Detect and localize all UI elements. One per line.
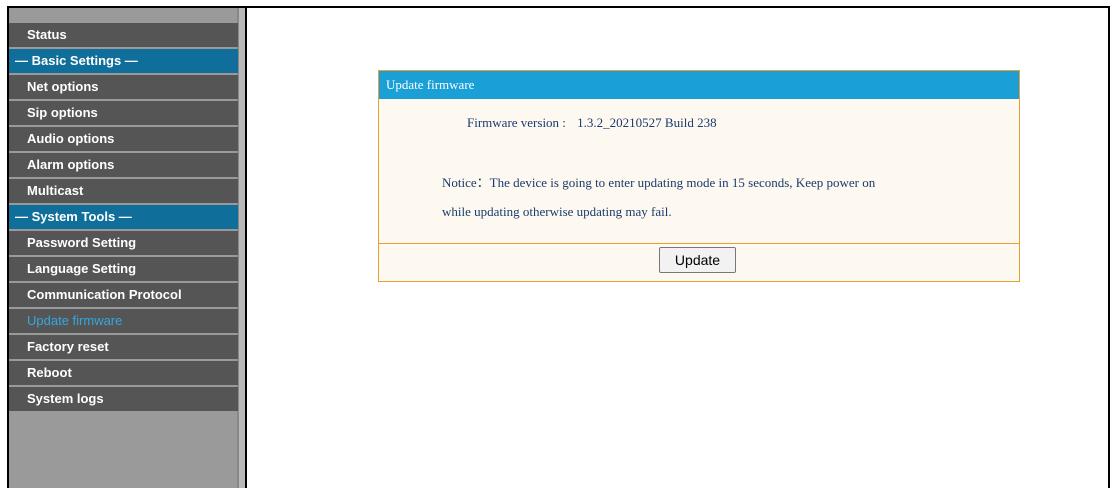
sidebar-item-system-logs[interactable]: System logs xyxy=(9,387,238,411)
panel-body: Firmware version : 1.3.2_20210527 Build … xyxy=(379,99,1019,244)
firmware-version-value: 1.3.2_20210527 Build 238 xyxy=(577,115,717,130)
sidebar-item-alarm-options[interactable]: Alarm options xyxy=(9,153,238,177)
panel-title: Update firmware xyxy=(379,71,1019,99)
panel-footer: Update xyxy=(379,244,1019,281)
sidebar: Status — Basic Settings — Net options Sip o… xyxy=(9,8,245,488)
notice-line-2: while updating otherwise updating may fa… xyxy=(442,204,672,219)
sidebar-item-multicast[interactable]: Multicast xyxy=(9,179,238,203)
sidebar-section-system-tools: — System Tools — xyxy=(9,205,238,229)
sidebar-item-reboot[interactable]: Reboot xyxy=(9,361,238,385)
sidebar-item-update-firmware[interactable]: Update firmware xyxy=(9,309,238,333)
firmware-version-row: Firmware version : 1.3.2_20210527 Build … xyxy=(467,115,717,131)
sidebar-item-communication-protocol[interactable]: Communication Protocol xyxy=(9,283,238,307)
sidebar-item-net-options[interactable]: Net options xyxy=(9,75,238,99)
sidebar-item-audio-options[interactable]: Audio options xyxy=(9,127,238,151)
sidebar-item-status[interactable]: Status xyxy=(9,23,238,47)
sidebar-section-basic-settings: — Basic Settings — xyxy=(9,49,238,73)
sidebar-item-password-setting[interactable]: Password Setting xyxy=(9,231,238,255)
sidebar-item-sip-options[interactable]: Sip options xyxy=(9,101,238,125)
update-firmware-panel: Update firmware Firmware version : 1.3.2… xyxy=(378,70,1020,282)
sidebar-item-language-setting[interactable]: Language Setting xyxy=(9,257,238,281)
sidebar-divider xyxy=(245,8,247,488)
sidebar-item-factory-reset[interactable]: Factory reset xyxy=(9,335,238,359)
notice-line-1: Notice：The device is going to enter upda… xyxy=(442,175,876,190)
firmware-version-label: Firmware version : xyxy=(467,115,566,130)
sidebar-menu: Status — Basic Settings — Net options Sip o… xyxy=(9,23,238,413)
update-button[interactable]: Update xyxy=(659,247,736,273)
